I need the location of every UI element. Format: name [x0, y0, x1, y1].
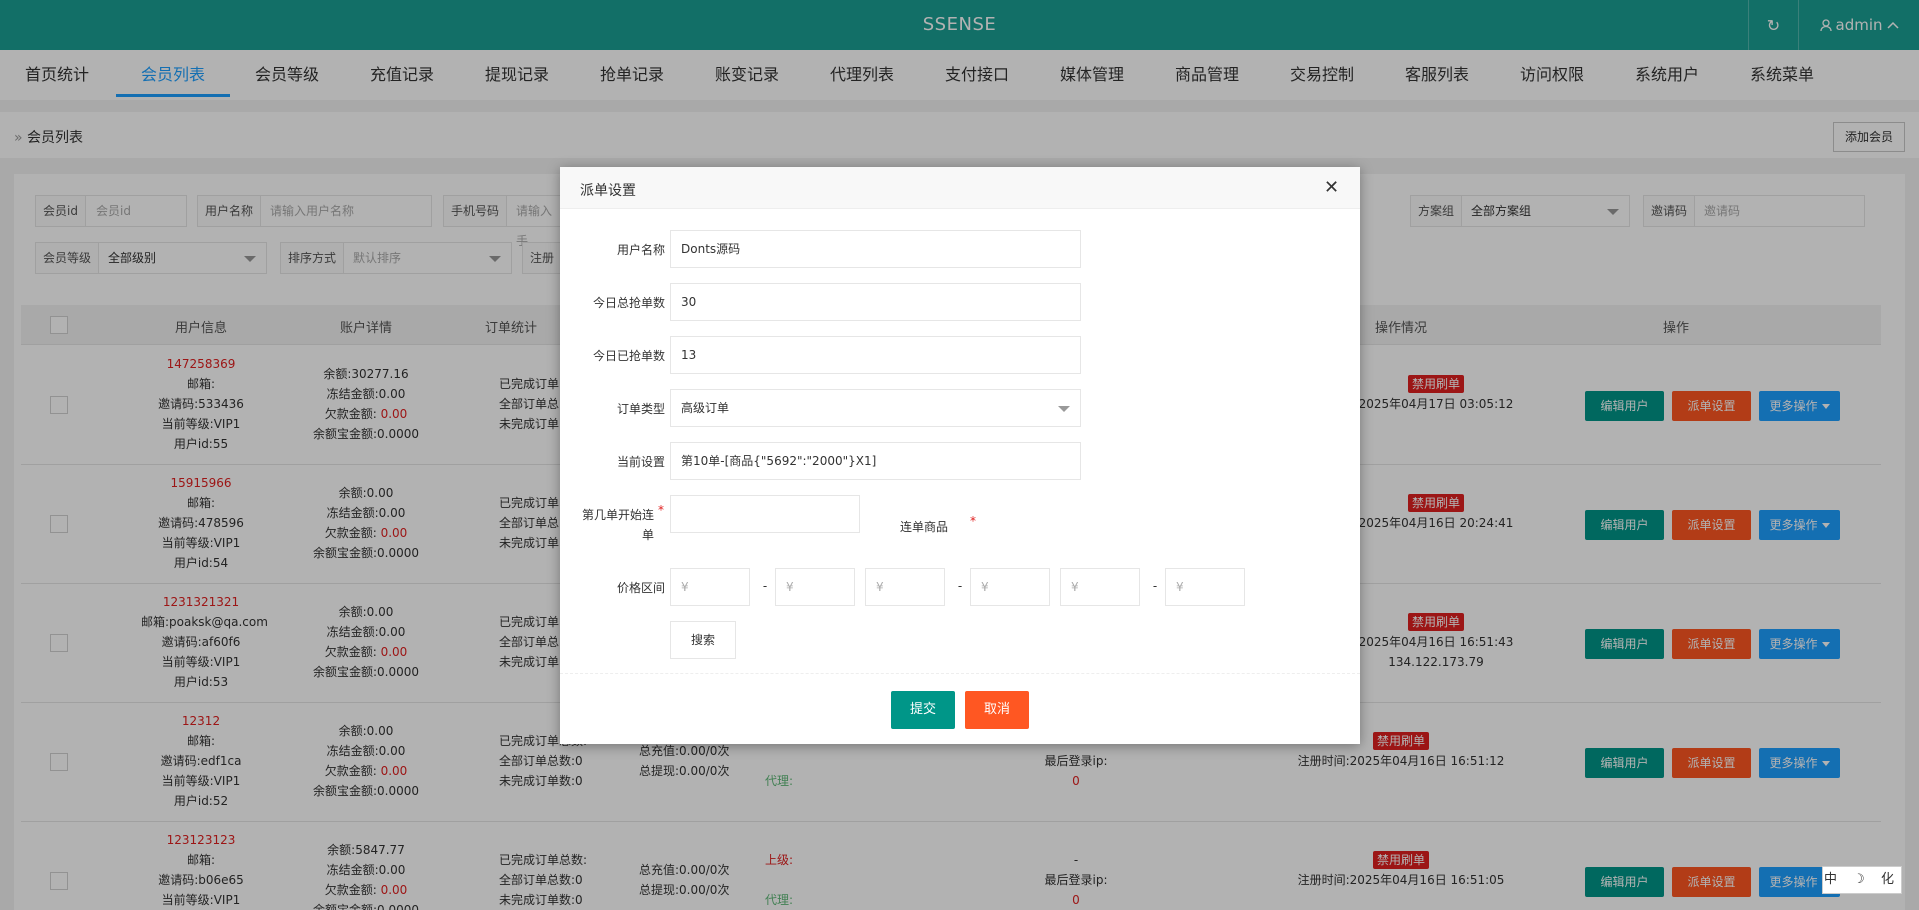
- order-type-select[interactable]: 高级订单: [670, 389, 1081, 427]
- today-done-field[interactable]: 13: [670, 336, 1081, 374]
- price-min-2[interactable]: ¥: [865, 568, 945, 606]
- close-icon[interactable]: ✕: [1324, 177, 1339, 198]
- price-max-2[interactable]: ¥: [970, 568, 1050, 606]
- today-total-field[interactable]: 30: [670, 283, 1081, 321]
- ime-toolbar[interactable]: 中 ☽ 化: [1822, 866, 1902, 894]
- range-dash: -: [957, 579, 963, 593]
- start-order-field[interactable]: [670, 495, 860, 533]
- price-max-3[interactable]: ¥: [1165, 568, 1245, 606]
- range-dash: -: [762, 579, 768, 593]
- dialog-divider: [560, 673, 1360, 674]
- submit-button[interactable]: 提交: [891, 691, 955, 729]
- current-setting-label: 当前设置: [616, 455, 665, 469]
- assign-order-dialog: 派单设置 ✕ 用户名称 Donts源码 今日总抢单数 30 今日已抢单数 13 …: [560, 167, 1360, 744]
- current-setting-field[interactable]: 第10单-[商品{"5692":"2000"}X1]: [670, 442, 1081, 480]
- price-min-1[interactable]: ¥: [670, 568, 750, 606]
- username-label: 用户名称: [616, 243, 665, 257]
- order-type-value: 高级订单: [681, 401, 730, 415]
- search-button[interactable]: 搜索: [670, 621, 736, 659]
- required-mark: *: [658, 503, 664, 517]
- start-order-label: 第几单开始连单: [581, 508, 654, 542]
- dialog-title: 派单设置: [580, 183, 636, 199]
- username-field[interactable]: Donts源码: [670, 230, 1081, 268]
- range-dash: -: [1152, 579, 1158, 593]
- today-total-label: 今日总抢单数: [592, 296, 665, 310]
- dialog-header: 派单设置 ✕: [560, 167, 1360, 209]
- price-min-3[interactable]: ¥: [1060, 568, 1140, 606]
- caret-down-icon: [1058, 406, 1070, 412]
- today-done-label: 今日已抢单数: [592, 349, 665, 363]
- price-range-label: 价格区间: [616, 581, 665, 595]
- order-type-label: 订单类型: [616, 402, 665, 416]
- cancel-button[interactable]: 取消: [965, 691, 1029, 729]
- price-max-1[interactable]: ¥: [775, 568, 855, 606]
- required-mark: *: [970, 514, 976, 528]
- combo-product-label: 连单商品: [900, 520, 949, 534]
